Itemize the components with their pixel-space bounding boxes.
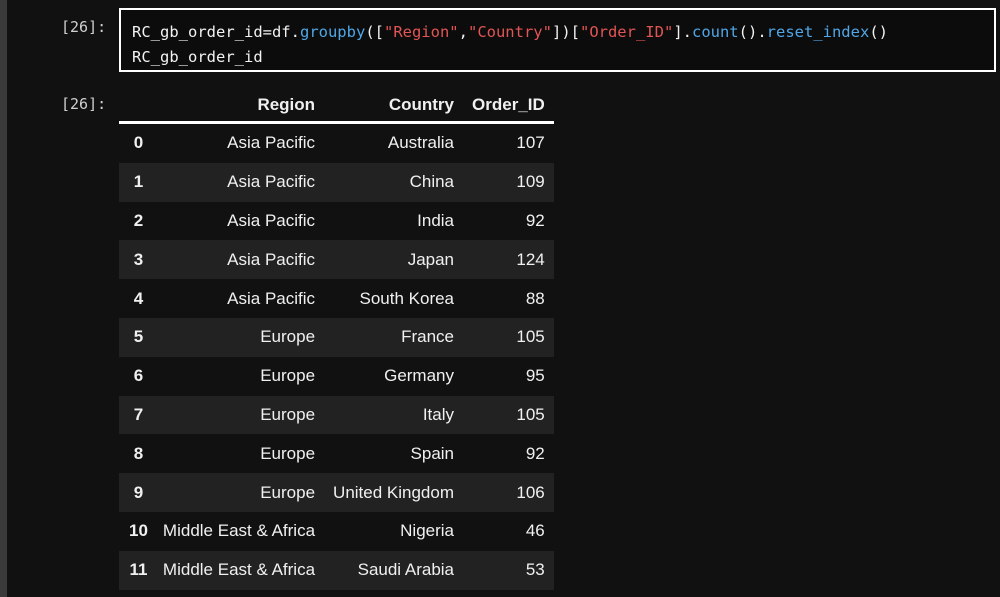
table-cell: 105 bbox=[463, 317, 554, 357]
table-row: 11 Middle East & Africa Saudi Arabia 53 bbox=[119, 550, 554, 590]
table-cell: Australia bbox=[387, 133, 455, 153]
table-row: 4 Asia Pacific South Korea 88 bbox=[119, 279, 554, 318]
table-cell: Germany bbox=[384, 366, 455, 386]
code-token: groupby bbox=[299, 23, 366, 41]
row-index: 11 bbox=[119, 550, 154, 590]
scrollbar-gutter bbox=[0, 0, 7, 597]
row-index: 5 bbox=[119, 317, 154, 357]
dataframe-output: Region Country Order_ID 0 Asia Pacific Austr… bbox=[119, 88, 554, 590]
code-token: (). bbox=[738, 23, 767, 41]
table-row: 5 Europe France 105 bbox=[119, 317, 554, 357]
table-row: 10 Middle East & Africa Nigeria 46 bbox=[119, 512, 554, 551]
table-cell: 124 bbox=[463, 240, 554, 280]
row-index: 7 bbox=[119, 395, 154, 435]
code-token: ])[ bbox=[551, 23, 580, 41]
table-cell: Japan bbox=[324, 240, 464, 280]
table-row: 9 Europe United Kingdom 106 bbox=[119, 473, 554, 512]
table-cell: Europe bbox=[260, 443, 316, 463]
column-header: Order_ID bbox=[463, 88, 554, 124]
table-cell: 46 bbox=[525, 521, 545, 541]
table-cell: Italy bbox=[324, 395, 464, 435]
table-cell: 107 bbox=[516, 133, 545, 153]
table-row: 0 Asia Pacific Australia 107 bbox=[119, 123, 554, 163]
table-cell: Asia Pacific bbox=[227, 133, 316, 153]
code-token: ]. bbox=[673, 23, 692, 41]
row-index: 1 bbox=[119, 162, 154, 202]
table-cell: Middle East & Africa bbox=[153, 550, 325, 590]
table-row: 8 Europe Spain 92 bbox=[119, 434, 554, 473]
table-cell: Europe bbox=[153, 395, 325, 435]
table-cell: India bbox=[417, 210, 455, 230]
column-header: Region bbox=[153, 88, 325, 124]
table-row: 7 Europe Italy 105 bbox=[119, 395, 554, 435]
table-cell: 95 bbox=[525, 366, 545, 386]
row-index: 3 bbox=[119, 240, 154, 280]
table-cell: Asia Pacific bbox=[153, 162, 325, 202]
table-cell: Europe bbox=[260, 366, 316, 386]
code-token: "Region" bbox=[383, 23, 459, 41]
row-index: 0 bbox=[133, 133, 144, 153]
table-cell: Asia Pacific bbox=[227, 210, 316, 230]
output-prompt: [26]: bbox=[61, 95, 107, 113]
row-index: 10 bbox=[129, 521, 148, 541]
table-cell: 105 bbox=[463, 395, 554, 435]
code-cell-input[interactable]: RC_gb_order_id=df.groupby(["Region","Cou… bbox=[119, 8, 996, 72]
table-cell: Asia Pacific bbox=[227, 288, 316, 308]
table-row: 1 Asia Pacific China 109 bbox=[119, 162, 554, 202]
table-cell: South Korea bbox=[359, 288, 455, 308]
column-header bbox=[119, 88, 154, 124]
table-cell: Middle East & Africa bbox=[162, 521, 316, 541]
code-line-2: RC_gb_order_id bbox=[132, 48, 263, 66]
table-header: Region Country Order_ID bbox=[119, 88, 554, 124]
code-token: , bbox=[458, 23, 468, 41]
table-row: 2 Asia Pacific India 92 bbox=[119, 202, 554, 241]
table-cell: Asia Pacific bbox=[153, 240, 325, 280]
code-token: count bbox=[691, 23, 739, 41]
table-cell: United Kingdom bbox=[324, 473, 464, 512]
table-cell: Europe bbox=[153, 317, 325, 357]
table-cell: China bbox=[324, 162, 464, 202]
row-index: 8 bbox=[133, 443, 144, 463]
code-token: ([ bbox=[365, 23, 384, 41]
code-token: "Country" bbox=[467, 23, 552, 41]
code-token: reset_index bbox=[766, 23, 870, 41]
table-cell: France bbox=[324, 317, 464, 357]
row-index: 2 bbox=[133, 210, 144, 230]
table-cell: 92 bbox=[525, 443, 545, 463]
column-header: Country bbox=[324, 88, 464, 124]
table-cell: 106 bbox=[463, 473, 554, 512]
table-cell: Saudi Arabia bbox=[324, 550, 464, 590]
table-row: 3 Asia Pacific Japan 124 bbox=[119, 240, 554, 280]
row-index: 4 bbox=[133, 288, 144, 308]
table-cell: Spain bbox=[410, 443, 455, 463]
table-row: 6 Europe Germany 95 bbox=[119, 357, 554, 396]
code-line-1: RC_gb_order_id=df.groupby(["Region","Cou… bbox=[132, 20, 994, 45]
code-token: RC_gb_order_id=df. bbox=[132, 23, 300, 41]
row-index: 9 bbox=[119, 473, 154, 512]
table-cell: 53 bbox=[463, 550, 554, 590]
code-token: () bbox=[869, 23, 888, 41]
code-token: "Order_ID" bbox=[579, 23, 674, 41]
table-cell: Europe bbox=[153, 473, 325, 512]
row-index: 6 bbox=[133, 366, 144, 386]
table-cell: 109 bbox=[463, 162, 554, 202]
table-cell: 88 bbox=[525, 288, 545, 308]
table-cell: Nigeria bbox=[400, 521, 455, 541]
table-cell: 92 bbox=[525, 210, 545, 230]
input-prompt: [26]: bbox=[61, 18, 107, 36]
